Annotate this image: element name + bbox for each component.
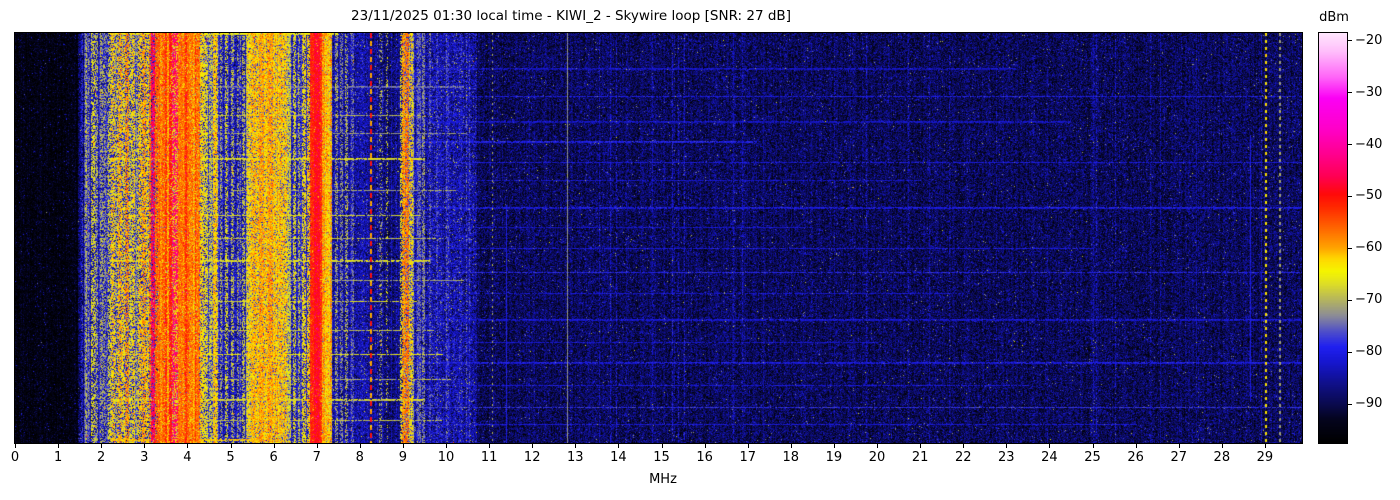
x-tick-label: 22 <box>954 450 972 465</box>
x-tick-mark <box>402 444 404 448</box>
colorbar-tick-label: −80 <box>1355 344 1383 360</box>
x-tick-label: 27 <box>1170 450 1187 465</box>
x-tick-mark <box>1092 444 1094 448</box>
x-tick-mark <box>230 444 232 448</box>
colorbar-tick-mark <box>1348 403 1352 405</box>
colorbar-tick-label: −90 <box>1355 396 1383 412</box>
waterfall-figure: 23/11/2025 01:30 local time - KIWI_2 - S… <box>0 0 1400 500</box>
x-tick-label: 25 <box>1084 450 1101 465</box>
x-tick-label: 2 <box>97 450 106 465</box>
x-tick-mark <box>790 444 792 448</box>
x-tick-label: 14 <box>610 450 627 465</box>
x-tick-mark <box>661 444 663 448</box>
x-tick-mark <box>359 444 361 448</box>
x-tick-label: 28 <box>1213 450 1231 465</box>
colorbar-tick-label: −70 <box>1355 292 1383 308</box>
colorbar-tick-label: −60 <box>1355 240 1383 256</box>
x-tick-label: 9 <box>398 450 408 465</box>
spectrogram-canvas <box>15 33 1302 443</box>
x-tick-mark <box>58 444 60 448</box>
x-tick-mark <box>963 444 965 448</box>
x-tick-label: 0 <box>10 450 20 465</box>
x-tick-label: 18 <box>782 450 800 465</box>
x-tick-mark <box>187 444 189 448</box>
x-tick-label: 1 <box>53 450 63 465</box>
x-tick-mark <box>618 444 620 448</box>
x-axis-label: MHz <box>649 472 677 487</box>
colorbar-tick-mark <box>1348 40 1352 42</box>
x-tick-label: 7 <box>312 450 321 465</box>
x-tick-label: 29 <box>1256 450 1274 465</box>
x-tick-label: 6 <box>269 450 278 465</box>
x-tick-mark <box>101 444 103 448</box>
x-tick-label: 20 <box>868 450 886 465</box>
colorbar-canvas <box>1319 33 1347 443</box>
x-tick-mark <box>920 444 922 448</box>
colorbar-tick-mark <box>1348 144 1352 146</box>
x-tick-label: 23 <box>998 450 1015 465</box>
x-tick-label: 4 <box>183 450 192 465</box>
x-tick-mark <box>15 444 16 448</box>
x-tick-label: 12 <box>523 450 541 465</box>
x-tick-label: 17 <box>739 450 756 465</box>
x-tick-mark <box>575 444 577 448</box>
spectrogram-plot-area <box>14 32 1303 444</box>
x-tick-label: 21 <box>911 450 929 465</box>
x-tick-label: 5 <box>226 450 235 465</box>
x-tick-mark <box>704 444 706 448</box>
x-tick-mark <box>273 444 275 448</box>
x-tick-label: 15 <box>653 450 670 465</box>
colorbar-tick-label: −30 <box>1355 84 1383 100</box>
x-tick-mark <box>446 444 447 448</box>
x-tick-label: 19 <box>825 450 843 465</box>
x-tick-mark <box>1049 444 1051 448</box>
x-tick-mark <box>747 444 749 448</box>
x-tick-label: 3 <box>140 450 149 465</box>
x-tick-mark <box>1006 444 1008 448</box>
x-tick-mark <box>532 444 534 448</box>
colorbar-tick-label: −40 <box>1355 136 1383 152</box>
x-tick-mark <box>833 444 835 448</box>
x-tick-label: 13 <box>567 450 584 465</box>
x-tick-label: 10 <box>437 450 455 465</box>
x-tick-label: 16 <box>696 450 713 465</box>
x-tick-mark <box>489 444 491 448</box>
x-tick-mark <box>1135 444 1137 448</box>
x-tick-label: 26 <box>1127 450 1144 465</box>
colorbar-tick-mark <box>1348 351 1352 353</box>
colorbar-tick-label: −20 <box>1355 32 1383 48</box>
x-tick-mark <box>316 444 318 448</box>
x-tick-label: 11 <box>480 450 498 465</box>
colorbar-tick-mark <box>1348 247 1352 249</box>
colorbar-title: dBm <box>1319 10 1349 25</box>
page-title: 23/11/2025 01:30 local time - KIWI_2 - S… <box>351 8 791 24</box>
x-tick-mark <box>1264 444 1266 448</box>
colorbar <box>1318 32 1348 444</box>
x-tick-mark <box>877 444 879 448</box>
colorbar-tick-label: −50 <box>1355 188 1383 204</box>
x-tick-mark <box>1178 444 1180 448</box>
x-tick-mark <box>1221 444 1223 448</box>
x-tick-mark <box>144 444 146 448</box>
colorbar-tick-mark <box>1348 92 1352 94</box>
colorbar-tick-mark <box>1348 195 1352 197</box>
colorbar-tick-mark <box>1348 299 1352 301</box>
x-tick-label: 8 <box>355 450 364 465</box>
x-tick-label: 24 <box>1041 450 1058 465</box>
